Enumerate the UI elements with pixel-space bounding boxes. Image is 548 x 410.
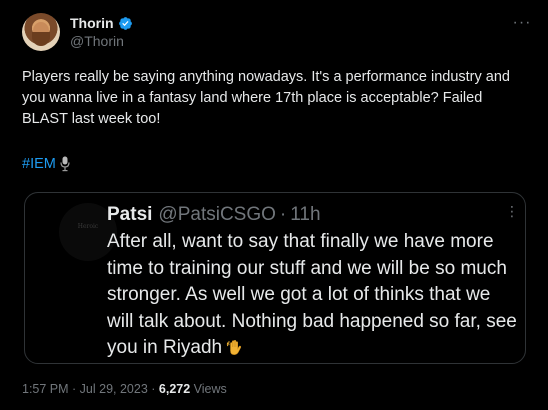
quote-avatar-logo: Heroic: [77, 223, 99, 230]
views-label: Views: [190, 382, 227, 396]
quote-display-name[interactable]: Patsi: [107, 203, 152, 227]
tweet-header: Thorin @Thorin: [22, 12, 133, 52]
views-count: 6,272: [158, 382, 191, 396]
quote-header: Patsi @PatsiCSGO · 11h: [107, 203, 321, 227]
tweet: Thorin @Thorin ··· Players really be say…: [0, 0, 548, 410]
more-options-icon[interactable]: ···: [512, 15, 532, 36]
verified-badge-icon: [118, 16, 132, 30]
quoted-tweet[interactable]: Heroic Patsi @PatsiCSGO · 11h ⋮ After al…: [24, 192, 526, 364]
author-name-row: Thorin: [70, 14, 133, 32]
quote-body: After all, want to say that finally we h…: [107, 231, 517, 358]
hashtag-link[interactable]: #IEM: [22, 154, 56, 174]
quote-text: After all, want to say that finally we h…: [107, 229, 519, 362]
meta-separator: ·: [147, 382, 159, 396]
microphone-icon: [60, 156, 70, 172]
quote-handle[interactable]: @PatsiCSGO: [158, 203, 275, 227]
author-display-name[interactable]: Thorin: [70, 14, 114, 32]
quote-timestamp[interactable]: 11h: [290, 203, 320, 227]
author-avatar[interactable]: [22, 13, 60, 51]
tweet-text: Players really be saying anything nowada…: [22, 67, 527, 130]
avatar-beard: [32, 32, 50, 46]
tweet-timestamp[interactable]: 1:57 PM · Jul 29, 2023: [22, 382, 148, 396]
quote-separator: ·: [279, 204, 287, 225]
waving-hand-icon: [227, 339, 242, 355]
quote-body-wrapper: After all, want to say that finally we h…: [107, 229, 519, 362]
tweet-meta: 1:57 PM · Jul 29, 2023 · 6,272 Views: [22, 380, 227, 398]
quote-more-options-icon[interactable]: ⋮: [505, 204, 519, 218]
hashtag-row: #IEM: [22, 154, 71, 174]
tweet-body: Players really be saying anything nowada…: [22, 69, 510, 127]
author-names: Thorin @Thorin: [70, 14, 133, 50]
author-handle[interactable]: @Thorin: [70, 32, 133, 50]
